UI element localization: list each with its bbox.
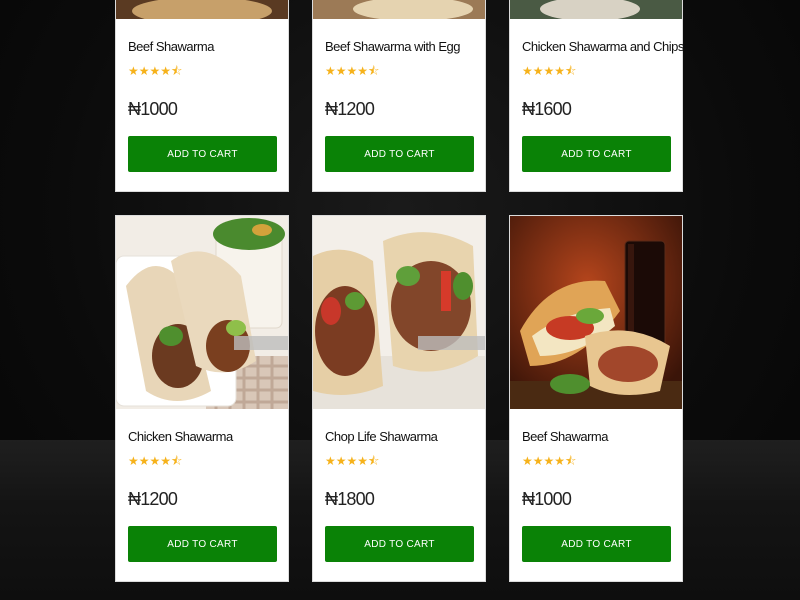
product-price: ₦1000 <box>128 99 178 119</box>
rating-stars-icon: ★★★★⯪ <box>522 64 577 78</box>
product-name[interactable]: Chop Life Shawarma <box>325 429 438 444</box>
rating-stars-icon: ★★★★⯪ <box>325 454 380 468</box>
product-price: ₦1200 <box>128 489 178 509</box>
product-price: ₦1600 <box>522 99 572 119</box>
product-name[interactable]: Chicken Shawarma and Chips <box>522 39 684 54</box>
add-to-cart-button[interactable]: ADD TO CART <box>128 526 277 562</box>
product-card[interactable]: Beef Shawarma ★★★★⯪ ₦1000 ADD TO CART <box>115 0 289 192</box>
product-image[interactable] <box>510 216 682 409</box>
product-image[interactable] <box>510 0 682 19</box>
product-card[interactable]: Beef Shawarma with Egg ★★★★⯪ ₦1200 ADD T… <box>312 0 486 192</box>
product-card[interactable]: Chop Life Shawarma ★★★★⯪ ₦1800 ADD TO CA… <box>312 215 486 582</box>
product-image[interactable] <box>313 0 485 19</box>
product-name[interactable]: Chicken Shawarma <box>128 429 233 444</box>
product-image[interactable] <box>116 0 288 19</box>
add-to-cart-button[interactable]: ADD TO CART <box>522 136 671 172</box>
rating-stars-icon: ★★★★⯪ <box>128 454 183 468</box>
rating-stars-icon: ★★★★⯪ <box>522 454 577 468</box>
product-price: ₦1000 <box>522 489 572 509</box>
product-price: ₦1800 <box>325 489 375 509</box>
rating-stars-icon: ★★★★⯪ <box>325 64 380 78</box>
product-grid: Beef Shawarma ★★★★⯪ ₦1000 ADD TO CART Be… <box>115 0 684 600</box>
product-name[interactable]: Beef Shawarma <box>128 39 215 54</box>
add-to-cart-button[interactable]: ADD TO CART <box>522 526 671 562</box>
product-image[interactable] <box>313 216 485 409</box>
add-to-cart-button[interactable]: ADD TO CART <box>325 136 474 172</box>
add-to-cart-button[interactable]: ADD TO CART <box>128 136 277 172</box>
product-card[interactable]: Chicken Shawarma and Chips ★★★★⯪ ₦1600 A… <box>509 0 684 192</box>
product-image[interactable] <box>116 216 288 409</box>
product-card[interactable]: Beef Shawarma ★★★★⯪ ₦1000 ADD TO CART <box>509 215 683 582</box>
product-price: ₦1200 <box>325 99 375 119</box>
product-name[interactable]: Beef Shawarma with Egg <box>325 39 460 54</box>
product-name[interactable]: Beef Shawarma <box>522 429 609 444</box>
product-card[interactable]: Chicken Shawarma ★★★★⯪ ₦1200 ADD TO CART <box>115 215 289 582</box>
add-to-cart-button[interactable]: ADD TO CART <box>325 526 474 562</box>
rating-stars-icon: ★★★★⯪ <box>128 64 183 78</box>
